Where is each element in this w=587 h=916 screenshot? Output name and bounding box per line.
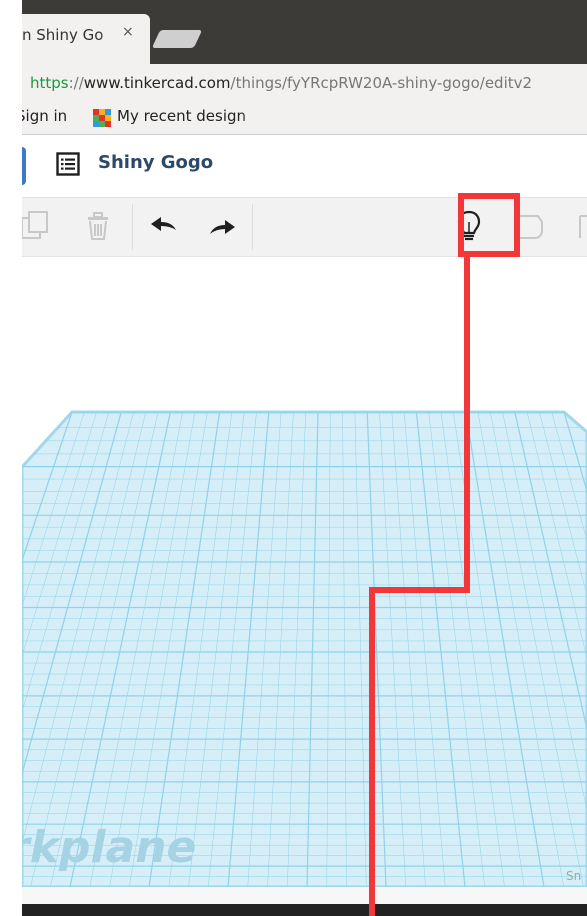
workplane-grid[interactable] xyxy=(22,257,587,887)
back-to-dashboard-tab[interactable] xyxy=(22,147,26,185)
toolbar-divider xyxy=(132,204,133,250)
bookmarks-bar: Sign in My recent design xyxy=(22,100,587,135)
new-tab-button[interactable] xyxy=(151,30,203,48)
trash-icon[interactable] xyxy=(80,208,116,244)
tab-shiny-gogo[interactable]: n Shiny Go × xyxy=(22,14,150,64)
bottom-bar xyxy=(22,904,587,916)
redo-icon[interactable] xyxy=(204,208,240,244)
undo-icon[interactable] xyxy=(146,208,182,244)
tab-close-icon[interactable]: × xyxy=(122,24,134,40)
group-shape-icon[interactable] xyxy=(574,208,587,244)
app-header: Shiny Gogo xyxy=(22,135,587,198)
browser-window: n Shiny Go × https://www.tinkercad.com/t… xyxy=(22,0,587,916)
snap-grid-label[interactable]: Sn xyxy=(566,869,581,883)
toolbar-divider xyxy=(252,204,253,250)
workplane-viewport[interactable]: rkplane Sn xyxy=(22,257,587,887)
bookmark-sign-in[interactable]: Sign in xyxy=(22,107,67,125)
copy-icon[interactable] xyxy=(22,208,54,244)
tab-title: n Shiny Go xyxy=(22,26,104,44)
tinkercad-logo-icon xyxy=(93,109,111,127)
design-title[interactable]: Shiny Gogo xyxy=(98,152,213,173)
tab-bar: n Shiny Go × xyxy=(22,0,587,64)
url-text[interactable]: https://www.tinkercad.com/things/fyYRcpR… xyxy=(30,74,532,92)
workplane-label: rkplane xyxy=(22,822,197,873)
address-bar[interactable]: https://www.tinkercad.com/things/fyYRcpR… xyxy=(22,64,587,101)
list-menu-icon[interactable] xyxy=(56,152,80,176)
bookmark-recent-designs[interactable]: My recent design xyxy=(117,107,246,125)
left-margin xyxy=(0,0,22,916)
annotation-highlight-box xyxy=(458,193,520,257)
